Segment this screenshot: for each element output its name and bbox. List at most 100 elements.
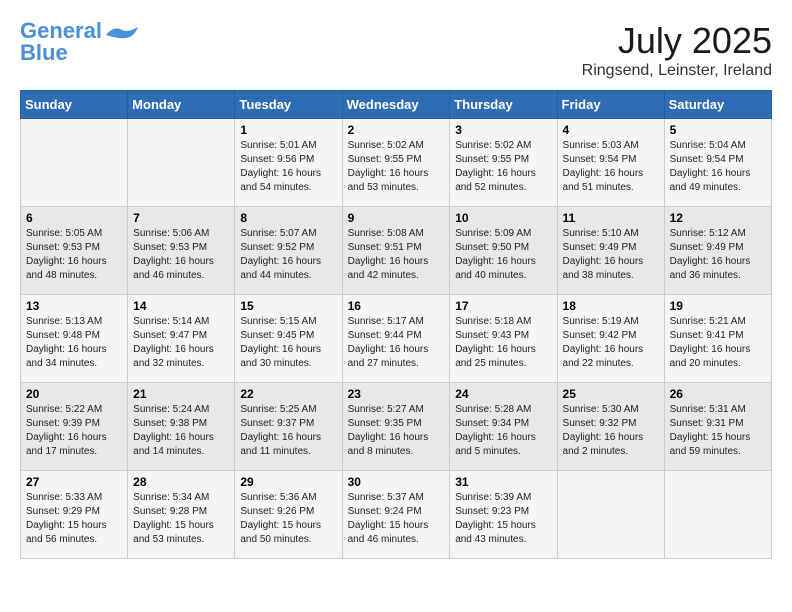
header-wednesday: Wednesday <box>342 91 450 119</box>
calendar-cell <box>128 119 235 207</box>
day-number: 4 <box>563 123 659 137</box>
day-number: 29 <box>240 475 336 489</box>
day-number: 1 <box>240 123 336 137</box>
calendar-cell <box>21 119 128 207</box>
calendar-cell: 8 Sunrise: 5:07 AM Sunset: 9:52 PM Daylig… <box>235 207 342 295</box>
calendar-cell: 27 Sunrise: 5:33 AM Sunset: 9:29 PM Dayli… <box>21 471 128 559</box>
day-info: Sunrise: 5:07 AM Sunset: 9:52 PM Dayligh… <box>240 227 336 283</box>
day-number: 25 <box>563 387 659 401</box>
calendar-cell: 18 Sunrise: 5:19 AM Sunset: 9:42 PM Dayli… <box>557 295 664 383</box>
day-number: 13 <box>26 299 122 313</box>
header-sunday: Sunday <box>21 91 128 119</box>
calendar-cell: 10 Sunrise: 5:09 AM Sunset: 9:50 PM Dayli… <box>450 207 557 295</box>
calendar-cell: 16 Sunrise: 5:17 AM Sunset: 9:44 PM Dayli… <box>342 295 450 383</box>
day-info: Sunrise: 5:33 AM Sunset: 9:29 PM Dayligh… <box>26 491 122 547</box>
calendar-cell: 31 Sunrise: 5:39 AM Sunset: 9:23 PM Dayli… <box>450 471 557 559</box>
day-number: 9 <box>348 211 445 225</box>
logo: General Blue <box>20 20 138 64</box>
day-info: Sunrise: 5:06 AM Sunset: 9:53 PM Dayligh… <box>133 227 229 283</box>
day-info: Sunrise: 5:13 AM Sunset: 9:48 PM Dayligh… <box>26 315 122 371</box>
day-info: Sunrise: 5:36 AM Sunset: 9:26 PM Dayligh… <box>240 491 336 547</box>
day-info: Sunrise: 5:31 AM Sunset: 9:31 PM Dayligh… <box>670 403 766 459</box>
day-number: 24 <box>455 387 551 401</box>
calendar-cell: 23 Sunrise: 5:27 AM Sunset: 9:35 PM Dayli… <box>342 383 450 471</box>
day-number: 23 <box>348 387 445 401</box>
calendar-cell: 13 Sunrise: 5:13 AM Sunset: 9:48 PM Dayli… <box>21 295 128 383</box>
day-number: 17 <box>455 299 551 313</box>
calendar-table: SundayMondayTuesdayWednesdayThursdayFrid… <box>20 90 772 559</box>
header-tuesday: Tuesday <box>235 91 342 119</box>
day-number: 8 <box>240 211 336 225</box>
day-number: 3 <box>455 123 551 137</box>
header-thursday: Thursday <box>450 91 557 119</box>
day-number: 21 <box>133 387 229 401</box>
day-info: Sunrise: 5:24 AM Sunset: 9:38 PM Dayligh… <box>133 403 229 459</box>
logo-bird-icon <box>106 25 138 50</box>
day-info: Sunrise: 5:21 AM Sunset: 9:41 PM Dayligh… <box>670 315 766 371</box>
calendar-cell: 24 Sunrise: 5:28 AM Sunset: 9:34 PM Dayli… <box>450 383 557 471</box>
day-number: 11 <box>563 211 659 225</box>
calendar-cell: 25Sunrise: 5:30 AM Sunset: 9:32 PM Dayli… <box>557 383 664 471</box>
day-info: Sunrise: 5:27 AM Sunset: 9:35 PM Dayligh… <box>348 403 445 459</box>
day-info: Sunrise: 5:02 AM Sunset: 9:55 PM Dayligh… <box>455 139 551 195</box>
day-info: Sunrise: 5:09 AM Sunset: 9:50 PM Dayligh… <box>455 227 551 283</box>
calendar-cell: 7 Sunrise: 5:06 AM Sunset: 9:53 PM Daylig… <box>128 207 235 295</box>
day-info: Sunrise: 5:08 AM Sunset: 9:51 PM Dayligh… <box>348 227 445 283</box>
calendar-cell: 9 Sunrise: 5:08 AM Sunset: 9:51 PM Daylig… <box>342 207 450 295</box>
calendar-cell: 17 Sunrise: 5:18 AM Sunset: 9:43 PM Dayli… <box>450 295 557 383</box>
header-saturday: Saturday <box>664 91 771 119</box>
logo-text: General Blue <box>20 20 102 64</box>
day-info: Sunrise: 5:12 AM Sunset: 9:49 PM Dayligh… <box>670 227 766 283</box>
day-info: Sunrise: 5:25 AM Sunset: 9:37 PM Dayligh… <box>240 403 336 459</box>
day-number: 18 <box>563 299 659 313</box>
day-info: Sunrise: 5:17 AM Sunset: 9:44 PM Dayligh… <box>348 315 445 371</box>
calendar-week-row: 13 Sunrise: 5:13 AM Sunset: 9:48 PM Dayli… <box>21 295 772 383</box>
day-number: 5 <box>670 123 766 137</box>
day-info: Sunrise: 5:02 AM Sunset: 9:55 PM Dayligh… <box>348 139 445 195</box>
day-info: Sunrise: 5:01 AM Sunset: 9:56 PM Dayligh… <box>240 139 336 195</box>
page-header: General Blue July 2025 Ringsend, Leinste… <box>20 20 772 80</box>
day-number: 16 <box>348 299 445 313</box>
calendar-cell: 29 Sunrise: 5:36 AM Sunset: 9:26 PM Dayli… <box>235 471 342 559</box>
day-info: Sunrise: 5:18 AM Sunset: 9:43 PM Dayligh… <box>455 315 551 371</box>
calendar-cell: 15 Sunrise: 5:15 AM Sunset: 9:45 PM Dayli… <box>235 295 342 383</box>
month-title: July 2025 <box>582 20 772 62</box>
day-info: Sunrise: 5:03 AM Sunset: 9:54 PM Dayligh… <box>563 139 659 195</box>
day-number: 30 <box>348 475 445 489</box>
header-monday: Monday <box>128 91 235 119</box>
day-info: Sunrise: 5:15 AM Sunset: 9:45 PM Dayligh… <box>240 315 336 371</box>
header-friday: Friday <box>557 91 664 119</box>
day-number: 31 <box>455 475 551 489</box>
calendar-cell: 4 Sunrise: 5:03 AM Sunset: 9:54 PM Daylig… <box>557 119 664 207</box>
day-number: 10 <box>455 211 551 225</box>
day-info: Sunrise: 5:34 AM Sunset: 9:28 PM Dayligh… <box>133 491 229 547</box>
calendar-cell: 19 Sunrise: 5:21 AM Sunset: 9:41 PM Dayli… <box>664 295 771 383</box>
day-number: 15 <box>240 299 336 313</box>
day-number: 7 <box>133 211 229 225</box>
calendar-cell: 3 Sunrise: 5:02 AM Sunset: 9:55 PM Daylig… <box>450 119 557 207</box>
calendar-cell: 5Sunrise: 5:04 AM Sunset: 9:54 PM Daylig… <box>664 119 771 207</box>
day-info: Sunrise: 5:28 AM Sunset: 9:34 PM Dayligh… <box>455 403 551 459</box>
day-number: 12 <box>670 211 766 225</box>
day-info: Sunrise: 5:39 AM Sunset: 9:23 PM Dayligh… <box>455 491 551 547</box>
day-number: 28 <box>133 475 229 489</box>
location-title: Ringsend, Leinster, Ireland <box>582 62 772 80</box>
calendar-cell <box>557 471 664 559</box>
calendar-week-row: 1 Sunrise: 5:01 AM Sunset: 9:56 PM Daylig… <box>21 119 772 207</box>
calendar-cell: 1 Sunrise: 5:01 AM Sunset: 9:56 PM Daylig… <box>235 119 342 207</box>
calendar-week-row: 20 Sunrise: 5:22 AM Sunset: 9:39 PM Dayli… <box>21 383 772 471</box>
day-number: 19 <box>670 299 766 313</box>
calendar-cell: 22Sunrise: 5:25 AM Sunset: 9:37 PM Dayli… <box>235 383 342 471</box>
day-info: Sunrise: 5:22 AM Sunset: 9:39 PM Dayligh… <box>26 403 122 459</box>
day-number: 20 <box>26 387 122 401</box>
calendar-cell: 20 Sunrise: 5:22 AM Sunset: 9:39 PM Dayli… <box>21 383 128 471</box>
day-number: 2 <box>348 123 445 137</box>
day-info: Sunrise: 5:10 AM Sunset: 9:49 PM Dayligh… <box>563 227 659 283</box>
day-number: 27 <box>26 475 122 489</box>
day-info: Sunrise: 5:14 AM Sunset: 9:47 PM Dayligh… <box>133 315 229 371</box>
calendar-cell <box>664 471 771 559</box>
day-info: Sunrise: 5:19 AM Sunset: 9:42 PM Dayligh… <box>563 315 659 371</box>
day-number: 14 <box>133 299 229 313</box>
calendar-week-row: 6Sunrise: 5:05 AM Sunset: 9:53 PM Daylig… <box>21 207 772 295</box>
calendar-header-row: SundayMondayTuesdayWednesdayThursdayFrid… <box>21 91 772 119</box>
